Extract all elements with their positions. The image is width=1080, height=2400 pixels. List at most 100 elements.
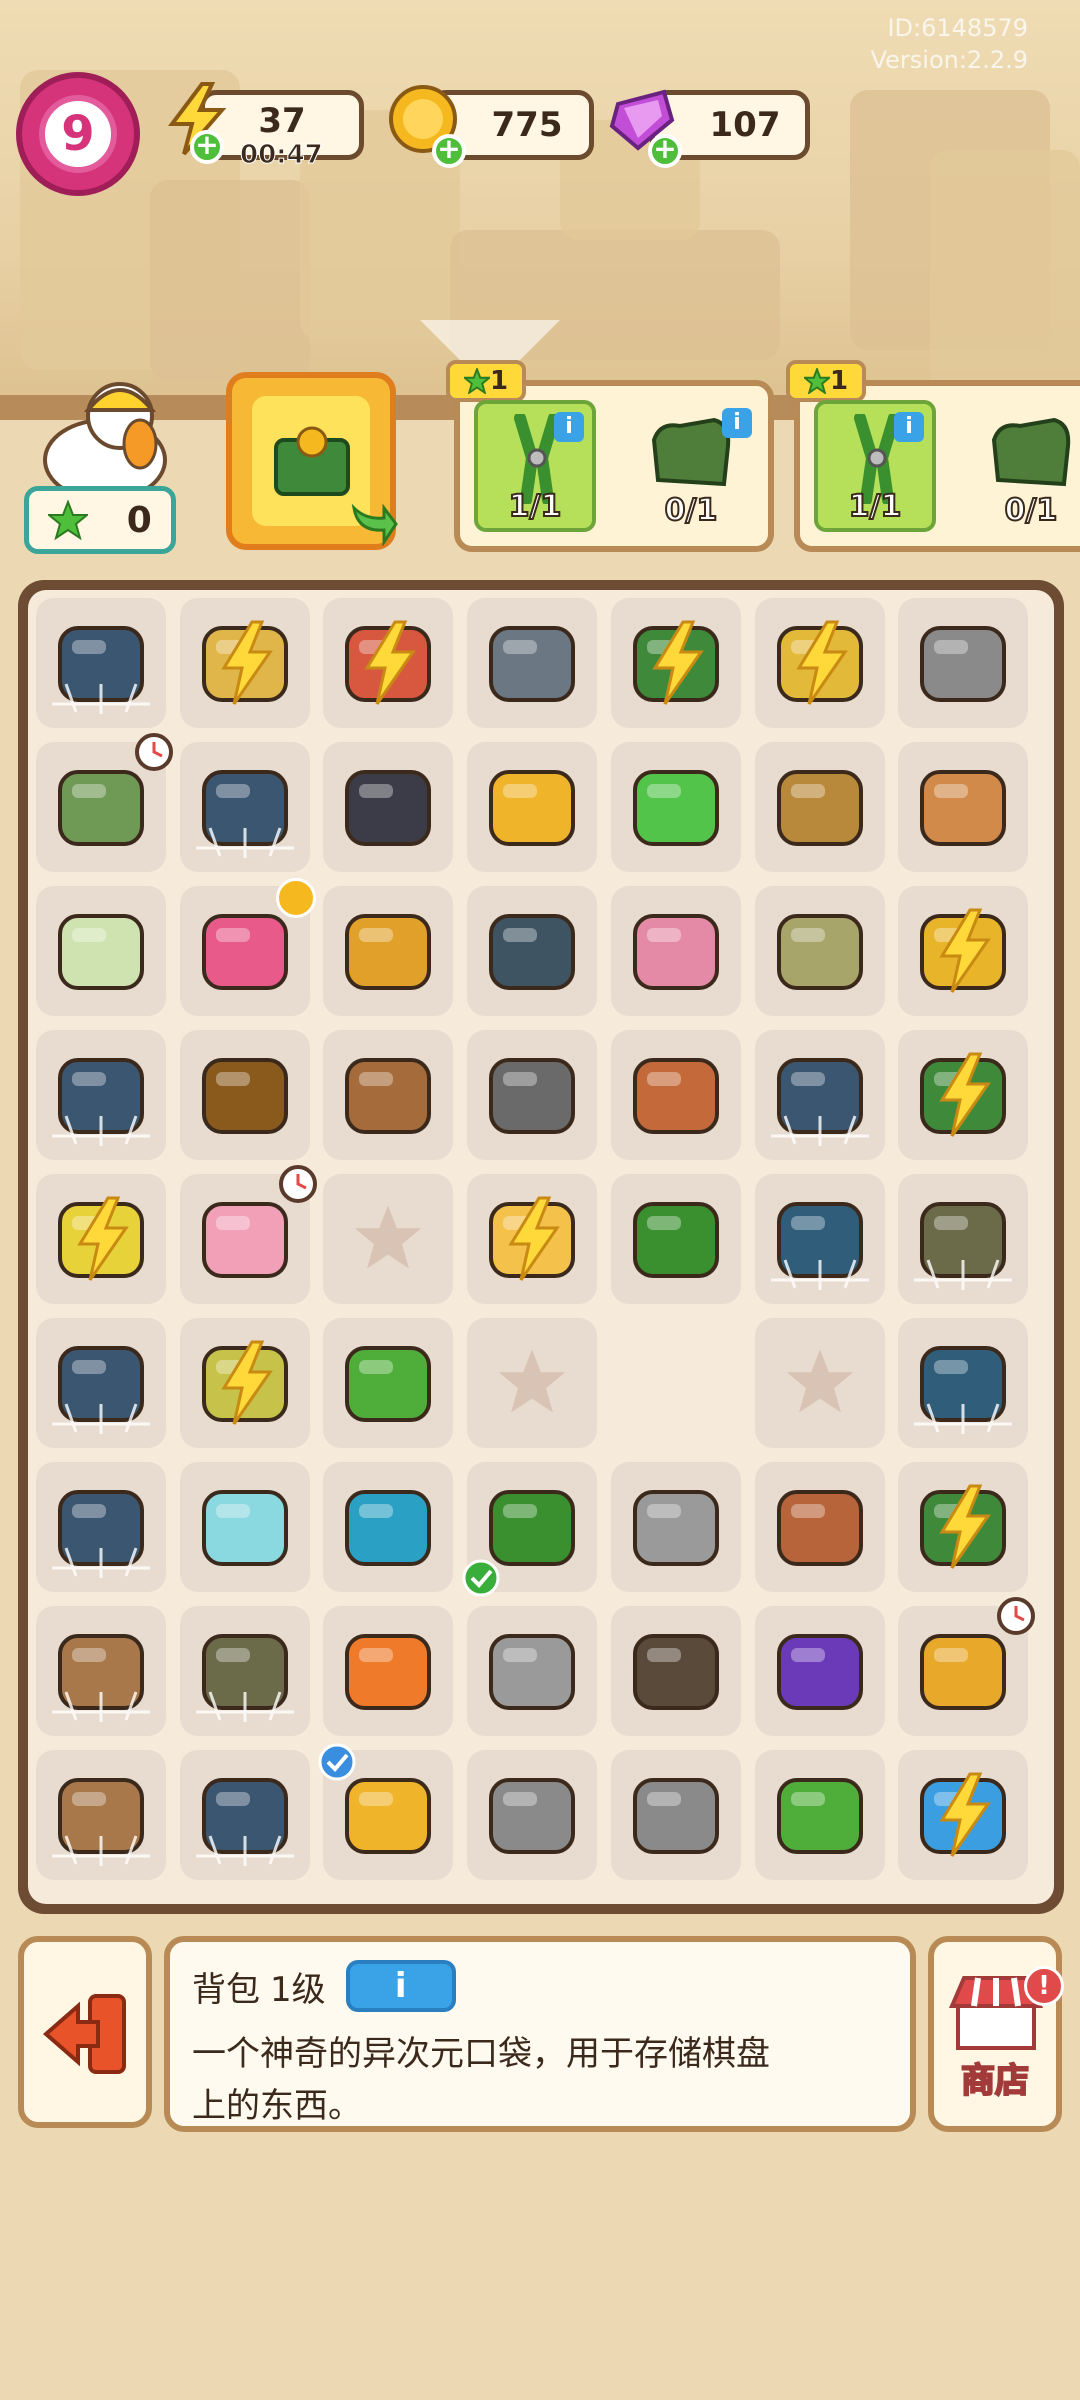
player-level-badge[interactable]: 9	[16, 72, 140, 196]
board-cell-dumbbell[interactable]	[179, 1462, 310, 1592]
order-slot-gloves[interactable]: 0/1	[970, 400, 1080, 532]
order-reward-value: 1	[829, 366, 849, 396]
selected-item-box[interactable]	[226, 372, 398, 550]
board-cell-cpu-chip-cobweb[interactable]	[36, 598, 166, 728]
board-cell-money-box-energy[interactable]	[610, 598, 741, 728]
coins-value: 775	[491, 105, 563, 145]
board-cell-wood-planks[interactable]	[323, 886, 454, 1016]
order-slot-gloves[interactable]: 0/1 i	[630, 400, 752, 532]
cpu-chip-cobweb-icon	[52, 1058, 150, 1146]
add-gems-button[interactable]: +	[648, 134, 682, 168]
board-cell-snail-shell[interactable]	[467, 598, 598, 728]
board-cell-pink-backpack[interactable]	[179, 878, 316, 1016]
board-cell-cabinet-timer[interactable]	[898, 1597, 1036, 1736]
board-cell-paper-bin-energy[interactable]	[179, 598, 310, 728]
board-cell-yellow-box-energy[interactable]	[898, 886, 1029, 1016]
add-coins-button[interactable]: +	[432, 134, 466, 168]
board-cell-cpu-chip-cobweb[interactable]	[36, 1462, 166, 1592]
board-cell-yellow-drawer[interactable]	[318, 1743, 454, 1880]
board-cell-green-chest-energy[interactable]	[898, 1462, 1029, 1592]
exit-button[interactable]	[18, 1936, 152, 2128]
board-cell-orange-toolbox[interactable]	[323, 1606, 454, 1736]
screwdriver-icon	[632, 1202, 719, 1278]
board-cell-pink-bag-timer[interactable]	[179, 1165, 317, 1304]
board-cell-wicker-basket[interactable]	[754, 742, 885, 872]
board-cell-plant-pot[interactable]	[323, 1030, 454, 1160]
board-cell-coin-stack[interactable]	[467, 742, 598, 872]
board-cell-cardboard-box[interactable]	[36, 1606, 166, 1736]
star-placeholder-icon	[786, 1349, 853, 1413]
work-gloves-icon	[991, 417, 1071, 487]
board-cell-circuit-board-cobweb[interactable]	[898, 1318, 1029, 1448]
info-icon[interactable]: i	[894, 412, 924, 442]
board-cell-map-paper[interactable]	[36, 886, 166, 1016]
order-slot-pliers[interactable]: 1/1 i	[474, 400, 596, 532]
lightning-icon	[508, 1196, 560, 1281]
board-cell-double-wheel[interactable]	[610, 1606, 741, 1736]
board-cell-hat-energy[interactable]	[467, 1174, 598, 1304]
board-cell-pink-brick[interactable]	[610, 886, 741, 1016]
board-cell-coiled-rope[interactable]	[179, 1030, 310, 1160]
circuit-board-cobweb-icon	[770, 1202, 869, 1290]
board-cell-empty[interactable]	[467, 1318, 598, 1448]
orange-toolbox-icon	[345, 1634, 432, 1710]
order-reward-tag: 1	[786, 360, 866, 402]
board-cell-cardboard-box[interactable]	[36, 1750, 166, 1880]
add-energy-button[interactable]: +	[190, 130, 224, 164]
board-cell-blue-ring[interactable]	[323, 1462, 454, 1592]
board-cell-shopping-cart-energy[interactable]	[754, 598, 885, 728]
shop-button[interactable]: 商店 !	[928, 1936, 1064, 2132]
order-slot-pliers[interactable]: 1/1 i	[814, 400, 936, 532]
star-counter[interactable]: 0	[24, 486, 176, 554]
board-cell-pipe-wrench[interactable]	[467, 1750, 598, 1880]
board-cell-boat-cobweb[interactable]	[898, 1174, 1029, 1304]
order-slot-count: 0/1	[1004, 492, 1059, 529]
board-cell-empty[interactable]	[323, 1174, 454, 1304]
board-cell-empty[interactable]	[754, 1318, 885, 1448]
board-cell-black-glove[interactable]	[323, 742, 454, 872]
board-cell-cpu-chip-cobweb[interactable]	[754, 1030, 885, 1160]
board-cell-cpu-chip-cobweb[interactable]	[36, 1030, 166, 1160]
board-cell-caster-wheel[interactable]	[467, 1030, 598, 1160]
pink-brick-icon	[632, 914, 719, 990]
info-icon[interactable]: i	[722, 408, 752, 438]
duck-character[interactable]	[30, 370, 180, 500]
checkmark-icon	[462, 1559, 500, 1597]
board-cell-cpu-chip-cobweb[interactable]	[179, 1750, 310, 1880]
board-cell-wrench[interactable]	[467, 1606, 598, 1736]
board-cell-boat-cobweb[interactable]	[179, 1606, 310, 1736]
board-cell-sack-energy[interactable]	[179, 1318, 310, 1448]
info-icon[interactable]: i	[554, 412, 584, 442]
board-cell-shopping-cart[interactable]	[898, 598, 1029, 728]
board-cell-pliers[interactable]	[462, 1462, 598, 1597]
board-cell-purple-goggles[interactable]	[754, 1606, 885, 1736]
build-info: ID:6148579 Version:2.2.9	[871, 12, 1028, 76]
timer-icon	[278, 1165, 317, 1203]
board-cell-cpu-chip-cobweb[interactable]	[36, 1318, 166, 1448]
board-cell-sand-bag[interactable]	[754, 886, 885, 1016]
board-cell-stone[interactable]	[898, 742, 1029, 872]
order-card-1[interactable]: 1 1/1 i 0/1 i	[446, 360, 774, 552]
board-cell-circuit-board-cobweb[interactable]	[754, 1174, 885, 1304]
lightning-icon	[652, 620, 704, 705]
board-cell-green-chip[interactable]	[610, 742, 741, 872]
board-cell-cart-energy[interactable]	[36, 1174, 166, 1304]
board-cell-hacksaw[interactable]	[754, 1750, 885, 1880]
board-cell-cpu-chip-cobweb[interactable]	[179, 742, 310, 872]
board-cell-black-hose[interactable]	[467, 886, 598, 1016]
lightning-icon	[939, 1484, 992, 1569]
board-cell-screwdriver[interactable]	[610, 1174, 741, 1304]
board-cell-wrench[interactable]	[610, 1462, 741, 1592]
lightning-icon	[221, 1340, 273, 1425]
board-cell-stopwatch[interactable]	[610, 1030, 741, 1160]
board-cell-wallet[interactable]	[754, 1462, 885, 1592]
item-info-button[interactable]: i	[345, 1960, 456, 2012]
board-cell-toolbox-energy[interactable]	[323, 598, 454, 728]
board-cell-radio-timer[interactable]	[36, 733, 173, 872]
board-cell-money-box-energy[interactable]	[898, 1030, 1029, 1160]
order-card-2[interactable]: 1 1/1 i 0/1	[786, 360, 1080, 552]
board-cell-green-pipe[interactable]	[323, 1318, 454, 1448]
board-cell-pipe-wrench[interactable]	[610, 1750, 741, 1880]
board-cell-empty[interactable]	[611, 1318, 741, 1448]
board-cell-blue-robot-energy[interactable]	[898, 1750, 1029, 1880]
